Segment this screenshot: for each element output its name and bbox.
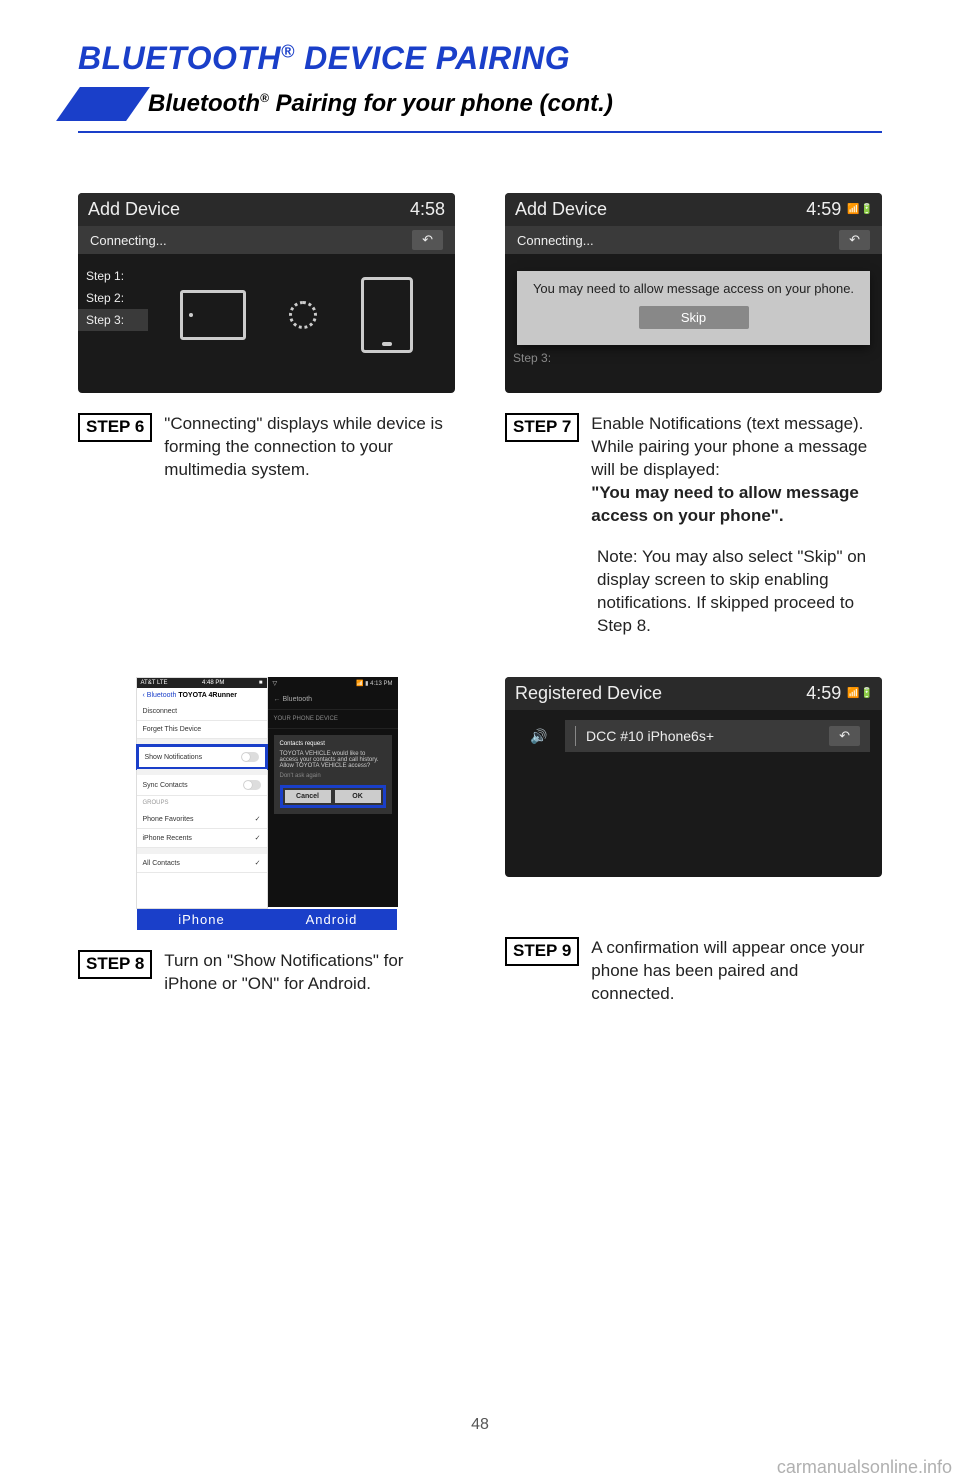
ios-fav-label: Phone Favorites	[143, 816, 194, 823]
step6-label: STEP 6	[78, 413, 152, 442]
back-icon: ↶	[412, 230, 443, 250]
title-post: DEVICE PAIRING	[295, 40, 570, 76]
car-device-icon	[180, 290, 246, 340]
registered-device-name: DCC #10 iPhone6s+	[586, 728, 714, 744]
step7-label: STEP 7	[505, 413, 579, 442]
iphone-screenshot: AT&T LTE4:48 PM■ ‹ Bluetooth TOYOTA 4Run…	[136, 677, 268, 909]
step7-text-intro: Enable Notifications (text message). Whi…	[591, 414, 867, 479]
iphone-label: iPhone	[137, 909, 267, 930]
registered-device-row: 🔊 DCC #10 iPhone6s+ ↶	[565, 720, 870, 752]
step6-text: "Connecting" displays while device is fo…	[164, 413, 455, 482]
and-dialog-body: TOYOTA VEHICLE would like to access your…	[280, 751, 386, 769]
screen9-title: Registered Device	[515, 683, 662, 704]
faded-step: Step 3:	[513, 351, 551, 365]
phone-screenshots: AT&T LTE4:48 PM■ ‹ Bluetooth TOYOTA 4Run…	[136, 677, 398, 909]
ios-row-fav: Phone Favorites ✓	[137, 810, 267, 829]
screen6-title: Add Device	[88, 199, 180, 220]
ios-carrier: AT&T LTE	[141, 680, 168, 686]
step-item: Step 2:	[78, 287, 148, 309]
step8-link: Step 8	[597, 616, 646, 635]
step8-cell: AT&T LTE4:48 PM■ ‹ Bluetooth TOYOTA 4Run…	[78, 677, 455, 1006]
step7-cell: Add Device 4:59 📶 🔋 Connecting... ↶ You …	[505, 193, 882, 637]
signal-icon: 📶 🔋	[847, 688, 872, 699]
phone-device-icon	[361, 277, 413, 353]
audio-icon: 🔊	[525, 728, 553, 745]
step7-note-pre: Note: You may also select "Skip" on disp…	[597, 547, 866, 612]
step9-text: A confirmation will appear once your pho…	[591, 937, 882, 1006]
ios-row-sync: Sync Contacts	[137, 775, 267, 796]
step7-text: Enable Notifications (text message). Whi…	[591, 413, 882, 528]
and-bluetooth: Bluetooth	[282, 696, 312, 703]
step-list: Step 1: Step 2: Step 3:	[78, 265, 148, 331]
step9-cell: Registered Device 4:59 📶 🔋 🔊 DCC #10 iPh…	[505, 677, 882, 1006]
title-reg: ®	[281, 41, 295, 61]
signal-icon: 📶 🔋	[847, 204, 872, 215]
step6-screenshot: Add Device 4:58 Connecting... ↶ Step 1: …	[78, 193, 455, 393]
subtitle-pre: Bluetooth	[148, 90, 260, 117]
and-cancel-button: Cancel	[285, 790, 331, 803]
ios-all-label: All Contacts	[143, 860, 180, 867]
step8-label: STEP 8	[78, 950, 152, 979]
popup-message: You may need to allow message access on …	[525, 281, 862, 296]
android-label: Android	[267, 909, 397, 930]
check-icon: ✓	[255, 834, 261, 842]
banner-decor	[56, 87, 150, 121]
and-dialog-check: Don't ask again	[280, 773, 386, 779]
step6-cell: Add Device 4:58 Connecting... ↶ Step 1: …	[78, 193, 455, 637]
subtitle: Bluetooth® Pairing for your phone (cont.…	[148, 90, 613, 118]
section-title: BLUETOOTH® DEVICE PAIRING	[78, 40, 882, 77]
page-number: 48	[471, 1416, 489, 1434]
ios-shownotif-label: Show Notifications	[145, 754, 203, 761]
step7-note-post: .	[646, 616, 651, 635]
skip-button: Skip	[639, 306, 749, 329]
step7-screenshot: Add Device 4:59 📶 🔋 Connecting... ↶ You …	[505, 193, 882, 393]
step9-screenshot: Registered Device 4:59 📶 🔋 🔊 DCC #10 iPh…	[505, 677, 882, 877]
ios-groups-header: GROUPS	[137, 796, 267, 810]
step7-text-bold: "You may need to allow message access on…	[591, 483, 859, 525]
and-dialog-title: Contacts request	[280, 741, 386, 747]
permission-popup: You may need to allow message access on …	[517, 271, 870, 345]
android-screenshot: ▽📶 ▮ 4:13 PM ← Bluetooth YOUR PHONE DEVI…	[268, 677, 398, 907]
toggle-icon	[243, 780, 261, 790]
title-pre: BLUETOOTH	[78, 40, 281, 76]
screen6-time: 4:58	[410, 199, 445, 220]
subtitle-post: Pairing for your phone (cont.)	[269, 90, 613, 117]
step-item-active: Step 3:	[78, 309, 148, 331]
spinner-icon	[289, 301, 317, 329]
subtitle-reg: ®	[260, 91, 269, 105]
and-ok-button: OK	[335, 790, 381, 803]
ios-row-forget: Forget This Device	[137, 721, 267, 739]
and-section: YOUR PHONE DEVICE	[268, 710, 398, 729]
ios-row-recents: iPhone Recents ✓	[137, 829, 267, 848]
screen7-time: 4:59	[806, 199, 841, 220]
android-dialog: Contacts request TOYOTA VEHICLE would li…	[274, 735, 392, 814]
header-divider	[78, 131, 882, 133]
toggle-icon	[241, 752, 259, 762]
screen7-status: Connecting...	[517, 233, 594, 248]
ios-recents-label: iPhone Recents	[143, 835, 192, 842]
ios-device-name: TOYOTA 4Runner	[178, 692, 237, 699]
back-icon: ↶	[829, 726, 860, 746]
signal-icon: 📶 ▮ 4:13 PM	[356, 680, 392, 687]
ios-time: 4:48 PM	[202, 680, 224, 686]
step-item: Step 1:	[78, 265, 148, 287]
screen7-title: Add Device	[515, 199, 607, 220]
wifi-icon: ▽	[273, 680, 278, 687]
back-icon: ↶	[839, 230, 870, 250]
battery-icon: ■	[259, 680, 263, 686]
step8-text: Turn on "Show Notifications" for iPhone …	[164, 950, 455, 996]
ios-sync-label: Sync Contacts	[143, 782, 188, 789]
screen9-time: 4:59	[806, 683, 841, 704]
ios-row-disconnect: Disconnect	[137, 703, 267, 721]
and-time: 4:13 PM	[370, 681, 392, 687]
check-icon: ✓	[255, 815, 261, 823]
step9-label: STEP 9	[505, 937, 579, 966]
ios-back: Bluetooth	[147, 692, 177, 699]
watermark: carmanualsonline.info	[777, 1457, 952, 1478]
check-icon: ✓	[255, 859, 261, 867]
ios-row-shownotif: Show Notifications	[136, 744, 268, 770]
screen6-status: Connecting...	[90, 233, 167, 248]
step7-note: Note: You may also select "Skip" on disp…	[505, 546, 882, 638]
ios-row-all: All Contacts ✓	[137, 854, 267, 873]
